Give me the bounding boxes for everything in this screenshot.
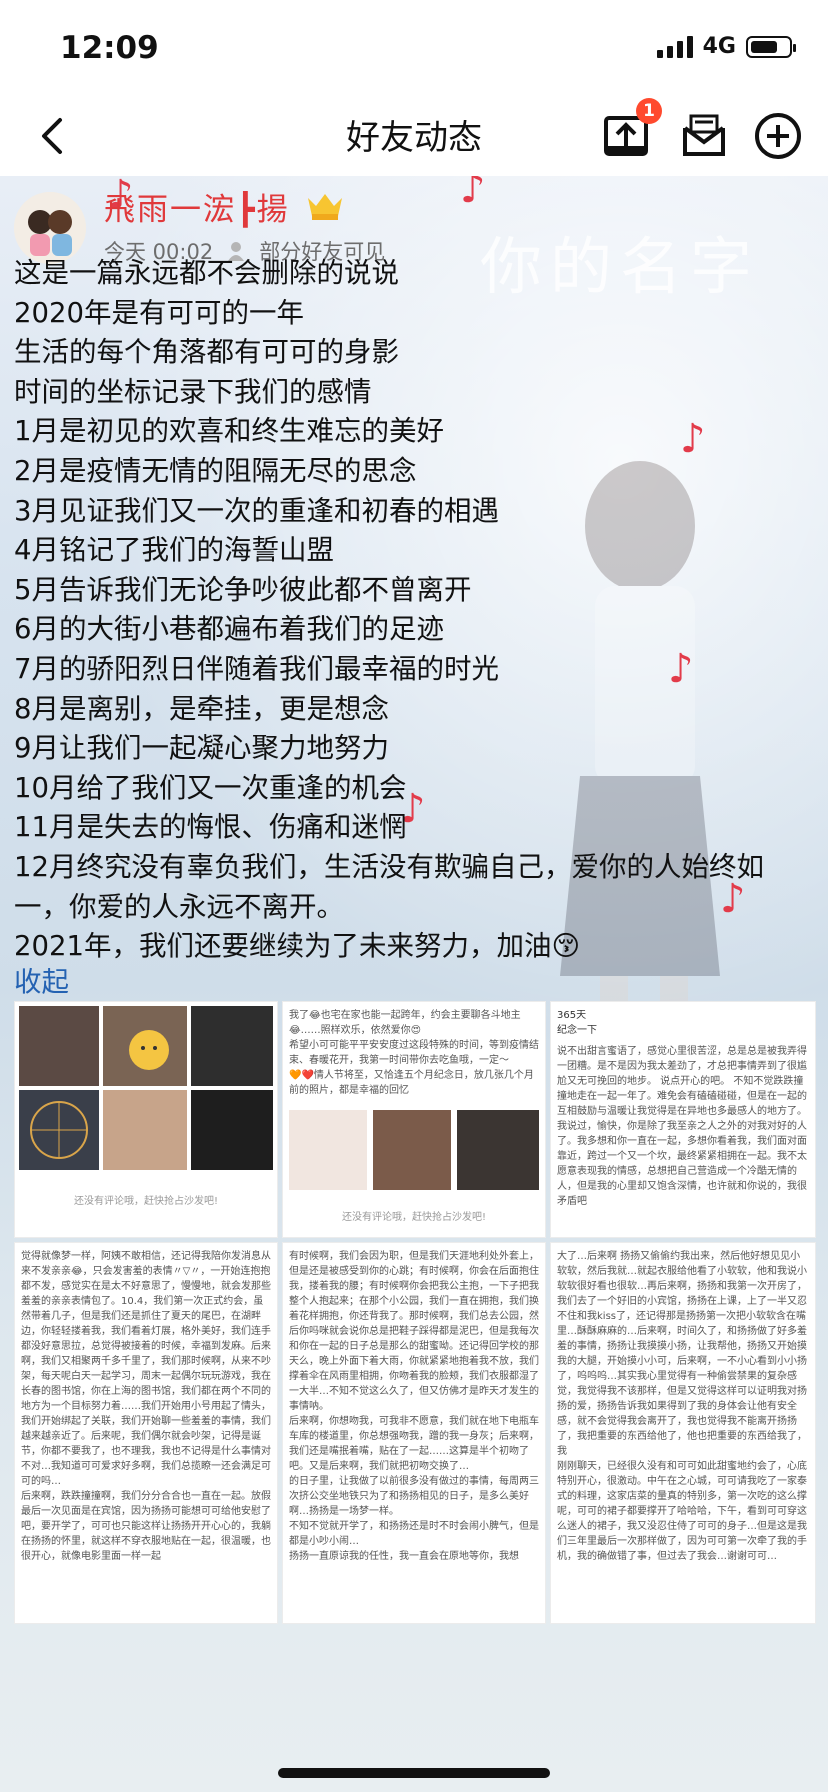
author-name[interactable]: 飛雨一浤┣揚 — [104, 184, 290, 229]
no-comment-text: 还没有评论哦，赶快抢占沙发吧! — [73, 1196, 218, 1207]
post-line: 2021年，我们还要继续为了未来努力，加油😚 — [14, 930, 581, 963]
post-line: 2月是疫情无情的阻隔无尽的思念 — [14, 454, 417, 487]
screenshot-text: 觉得就像梦一样，阿姨不敢相信，还记得我陪你发消息从来不发亲亲😂，只会发害羞的表情… — [21, 1251, 271, 1562]
screenshot-text: 说不出甜言蜜语了，感觉心里很苦涩，总是总是被我弄得一团糟。是不是因为我太差劲了，… — [557, 1046, 807, 1207]
screenshot-text: 有时候啊，我们会因为职，但是我们天涯地利处外套上，但是还是被感受到你的心跳；有时… — [289, 1251, 539, 1562]
screenshot-header: 365天 纪念一下 — [557, 1010, 597, 1036]
post-line: 这是一篇永远都不会删除的说说 — [14, 257, 399, 289]
post-line: 9月让我们一起凝心聚力地努力 — [14, 732, 389, 765]
mail-button[interactable] — [678, 106, 730, 162]
photo-tile — [373, 1110, 451, 1190]
battery-icon — [746, 35, 796, 58]
post-line: 10月给了我们又一次重逢的机会 — [14, 771, 407, 804]
post-line: 7月的骄阳烈日伴随着我们最幸福的时光 — [14, 652, 499, 685]
status-indicators: 4G — [656, 34, 796, 59]
author-row: 飛雨一浤┣揚 — [104, 184, 346, 229]
screenshot-collage[interactable]: 还没有评论哦，赶快抢占沙发吧! 我了😂也宅在家也能一起跨年，约会主要聊各斗地主😂… — [14, 1001, 816, 1792]
nav-bar: 好友动态 1 — [0, 96, 828, 176]
screenshot-image[interactable]: 有时候啊，我们会因为职，但是我们天涯地利处外套上，但是还是被感受到你的心跳；有时… — [282, 1242, 546, 1624]
post-line: 8月是离别，是牵挂，更是想念 — [14, 692, 389, 725]
add-button[interactable] — [752, 106, 804, 162]
emoji-face-icon — [129, 1030, 169, 1070]
screenshot-text: 我了😂也宅在家也能一起跨年，约会主要聊各斗地主😂……照样欢乐，依然爱你😍 希望小… — [289, 1010, 539, 1096]
post-line: 3月见证我们又一次的重逢和初春的相遇 — [14, 494, 499, 527]
home-indicator[interactable] — [278, 1768, 550, 1778]
collapse-link[interactable]: 收起 — [14, 959, 69, 999]
post-line: 12月终究没有辜负我们，生活没有欺骗自己，爱你的人始终如一，你爱的人永远不离开。 — [14, 850, 764, 923]
screenshot-text: 大了…后来啊 扬扬又偷偷约我出来，然后他好想见见小软软，然后我就…就起衣服给他看… — [557, 1251, 807, 1562]
upload-button[interactable]: 1 — [600, 98, 662, 162]
photo-tile — [19, 1006, 99, 1086]
photo-tile — [103, 1006, 187, 1086]
status-time: 12:09 — [60, 30, 159, 66]
photo-tile — [191, 1006, 273, 1086]
signal-icon — [656, 35, 693, 58]
photo-tile — [191, 1090, 273, 1170]
post-body: 这是一篇永远都不会删除的说说 2020年是有可可的一年 生活的每个角落都有可可的… — [14, 254, 814, 967]
photo-tile — [289, 1110, 367, 1190]
screenshot-image[interactable]: 365天 纪念一下 说不出甜言蜜语了，感觉心里很苦涩，总是总是被我弄得一团糟。是… — [550, 1001, 816, 1238]
photo-tile — [19, 1090, 99, 1170]
feed-card: 你的名字 ♪ ♪ ♪ ♪ ♪ ♪ 飛雨一浤┣揚 今天 00:02 部分好友可见 … — [0, 176, 828, 1792]
notification-badge: 1 — [636, 98, 662, 124]
music-note-decoration: ♪ — [460, 176, 486, 212]
mail-icon — [683, 114, 725, 156]
post-line: 时间的坐标记录下我们的感情 — [14, 375, 372, 408]
post-line: 6月的大街小巷都遍布着我们的足迹 — [14, 613, 444, 646]
status-bar: 12:09 4G — [0, 0, 828, 96]
photo-tile — [103, 1090, 187, 1170]
post-line: 1月是初见的欢喜和终生难忘的美好 — [14, 415, 444, 448]
photo-tile — [457, 1110, 539, 1190]
network-label: 4G — [702, 34, 736, 59]
post-line: 2020年是有可可的一年 — [14, 296, 304, 329]
ferris-wheel-icon — [30, 1101, 88, 1159]
screenshot-image[interactable]: 还没有评论哦，赶快抢占沙发吧! — [14, 1001, 278, 1238]
screenshot-image[interactable]: 觉得就像梦一样，阿姨不敢相信，还记得我陪你发消息从来不发亲亲😂，只会发害羞的表情… — [14, 1242, 278, 1624]
screenshot-image[interactable]: 大了…后来啊 扬扬又偷偷约我出来，然后他好想见见小软软，然后我就…就起衣服给他看… — [550, 1242, 816, 1624]
vip-crown-icon — [307, 193, 342, 220]
post-line: 4月铭记了我们的海誓山盟 — [14, 534, 334, 567]
post-line: 生活的每个角落都有可可的身影 — [14, 336, 399, 369]
post-line: 11月是失去的悔恨、伤痛和迷惘 — [14, 811, 407, 844]
screenshot-image[interactable]: 我了😂也宅在家也能一起跨年，约会主要聊各斗地主😂……照样欢乐，依然爱你😍 希望小… — [282, 1001, 546, 1238]
no-comment-text: 还没有评论哦，赶快抢占沙发吧! — [341, 1212, 486, 1223]
post-line: 5月告诉我们无论争吵彼此都不曾离开 — [14, 573, 472, 606]
plus-circle-icon — [755, 113, 801, 159]
